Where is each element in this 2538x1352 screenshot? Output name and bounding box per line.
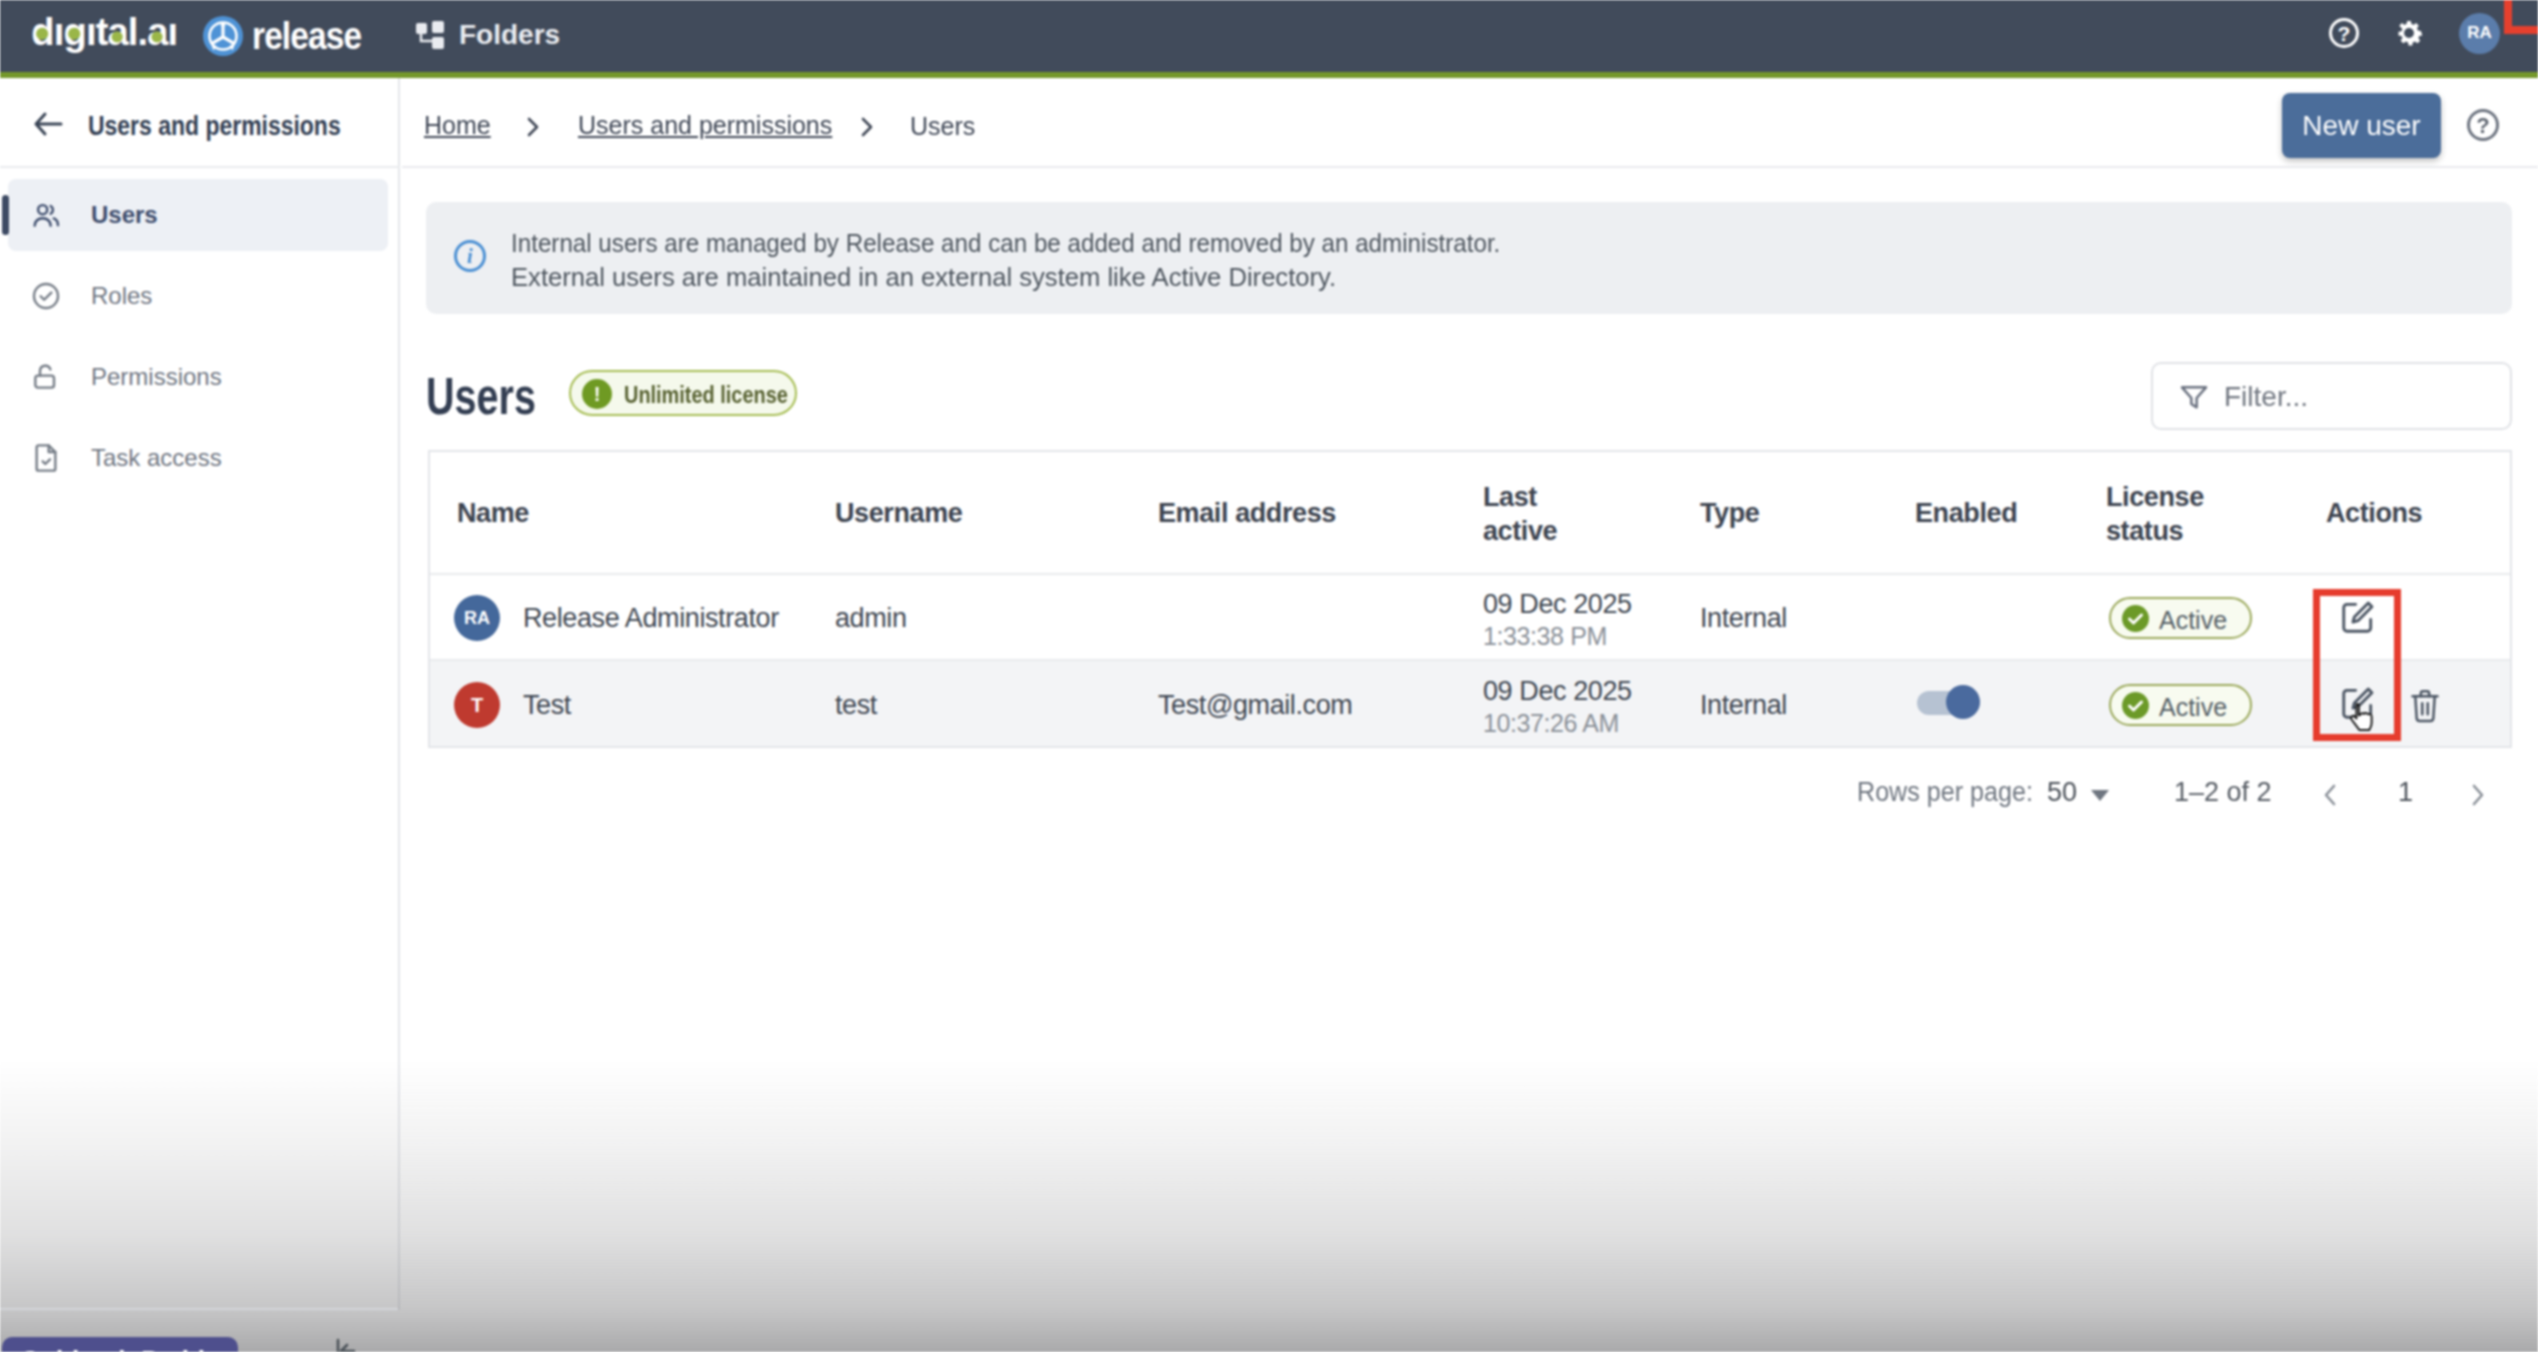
svg-text:dıgıtal.aı: dıgıtal.aı xyxy=(31,10,177,53)
